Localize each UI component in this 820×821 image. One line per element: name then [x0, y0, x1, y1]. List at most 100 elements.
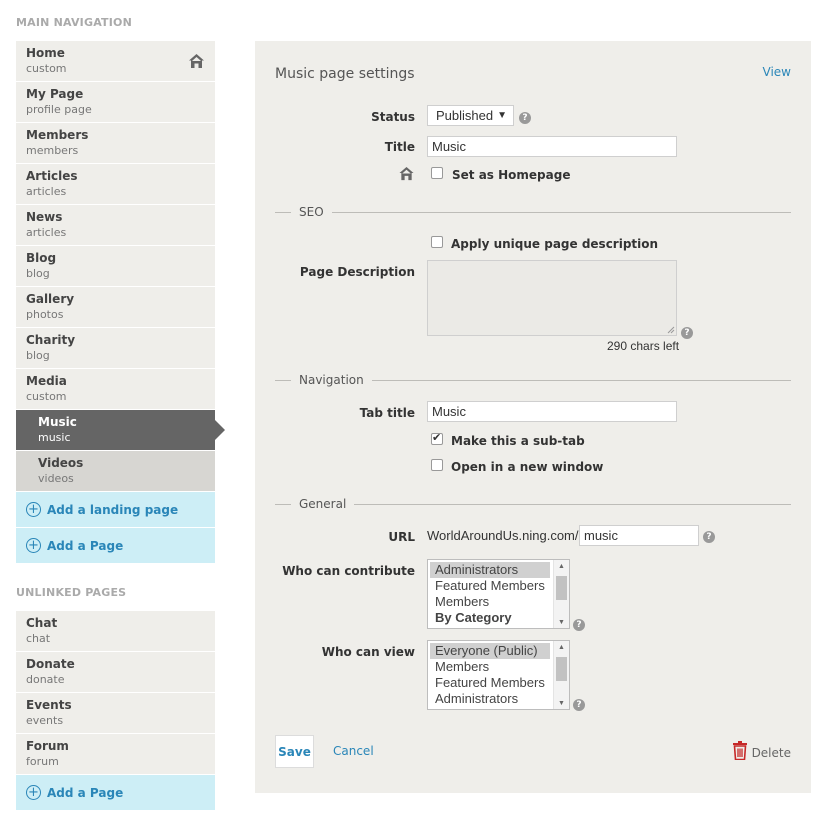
save-button[interactable]: Save — [275, 735, 314, 768]
scroll-up-icon[interactable]: ▲ — [554, 644, 569, 651]
title-input[interactable]: Music — [427, 136, 677, 157]
add-page-button[interactable]: + Add a Page — [16, 528, 215, 564]
nav-item-blog[interactable]: Blog blog — [16, 246, 215, 287]
nav-item-members[interactable]: Members members — [16, 123, 215, 164]
nav-item-name: Members — [26, 128, 89, 142]
plus-circle-icon: + — [26, 538, 41, 553]
scroll-up-icon[interactable]: ▲ — [554, 563, 569, 570]
listbox-option[interactable]: By Category — [430, 610, 550, 626]
nav-item-videos[interactable]: Videos videos — [16, 451, 215, 492]
nav-item-gallery[interactable]: Gallery photos — [16, 287, 215, 328]
url-label: URL — [388, 530, 415, 544]
listbox-option[interactable]: Members — [430, 594, 550, 610]
unlinked-pages-list: Chat chat Donate donate Events events Fo… — [16, 611, 215, 811]
listbox-option[interactable]: Administrators — [430, 562, 550, 578]
cancel-link[interactable]: Cancel — [333, 744, 374, 758]
nav-item-articles[interactable]: Articles articles — [16, 164, 215, 205]
unique-description-label: Apply unique page description — [451, 237, 659, 251]
add-page-label: Add a Page — [47, 785, 124, 800]
listbox-option[interactable]: Featured Members — [430, 578, 550, 594]
listbox-option[interactable]: Members — [430, 659, 550, 675]
plus-circle-icon: + — [26, 785, 41, 800]
help-icon[interactable]: ? — [573, 619, 585, 631]
title-label: Title — [384, 140, 415, 154]
help-icon[interactable]: ? — [681, 327, 693, 339]
status-select[interactable]: Published ▼ — [427, 105, 514, 126]
help-icon[interactable]: ? — [573, 699, 585, 711]
home-icon — [398, 166, 415, 186]
set-homepage-label: Set as Homepage — [452, 168, 571, 182]
scroll-down-icon[interactable]: ▼ — [554, 700, 569, 707]
url-prefix: WorldAroundUs.ning.com/ — [427, 528, 579, 543]
page-settings-panel: Music page settings View Status Publishe… — [255, 41, 811, 793]
help-icon[interactable]: ? — [519, 112, 531, 124]
trash-icon — [732, 741, 748, 765]
resize-handle-icon[interactable] — [667, 326, 675, 334]
who-can-contribute-listbox[interactable]: Administrators Featured Members Members … — [427, 559, 570, 629]
page-description-textarea[interactable] — [427, 260, 677, 336]
nav-item-slug: articles — [26, 185, 67, 198]
seo-heading: SEO — [291, 205, 332, 219]
nav-item-chat[interactable]: Chat chat — [16, 611, 215, 652]
url-input[interactable]: music — [579, 525, 699, 546]
new-window-label: Open in a new window — [451, 460, 604, 474]
set-homepage-checkbox[interactable] — [431, 167, 443, 179]
tab-title-label: Tab title — [359, 406, 415, 420]
nav-item-slug: blog — [26, 349, 50, 362]
who-can-view-label: Who can view — [321, 645, 415, 659]
nav-item-forum[interactable]: Forum forum — [16, 734, 215, 775]
nav-item-slug: custom — [26, 62, 67, 75]
nav-item-charity[interactable]: Charity blog — [16, 328, 215, 369]
add-page-label: Add a Page — [47, 538, 124, 553]
who-can-view-listbox[interactable]: Everyone (Public) Members Featured Membe… — [427, 640, 570, 710]
listbox-scrollbar[interactable]: ▲ ▼ — [553, 641, 569, 709]
tab-title-input[interactable]: Music — [427, 401, 677, 422]
nav-item-home[interactable]: Home custom — [16, 41, 215, 82]
nav-item-name: Events — [26, 698, 72, 712]
nav-item-slug: forum — [26, 755, 59, 768]
add-unlinked-page-button[interactable]: + Add a Page — [16, 775, 215, 811]
listbox-option[interactable]: Administrators — [430, 691, 550, 707]
nav-item-name: Gallery — [26, 292, 75, 306]
nav-item-music[interactable]: Music music — [16, 410, 225, 451]
plus-circle-icon: + — [26, 502, 41, 517]
sub-tab-checkbox[interactable] — [431, 431, 443, 445]
listbox-option[interactable]: Featured Members — [430, 675, 550, 691]
active-pointer — [215, 420, 225, 440]
sub-tab-label: Make this a sub-tab — [451, 434, 585, 448]
nav-item-slug: music — [38, 431, 71, 444]
unique-description-checkbox[interactable] — [431, 236, 443, 248]
delete-button[interactable]: Delete — [732, 741, 791, 765]
nav-item-news[interactable]: News articles — [16, 205, 215, 246]
nav-item-events[interactable]: Events events — [16, 693, 215, 734]
nav-item-my-page[interactable]: My Page profile page — [16, 82, 215, 123]
nav-item-slug: profile page — [26, 103, 92, 116]
add-landing-page-button[interactable]: + Add a landing page — [16, 492, 215, 528]
nav-item-name: Videos — [38, 456, 84, 470]
nav-item-donate[interactable]: Donate donate — [16, 652, 215, 693]
nav-item-slug: custom — [26, 390, 67, 403]
view-link[interactable]: View — [763, 65, 791, 79]
new-window-checkbox[interactable] — [431, 459, 443, 471]
nav-item-name: Home — [26, 46, 65, 60]
general-heading: General — [291, 497, 355, 511]
status-label: Status — [371, 110, 415, 124]
scroll-down-icon[interactable]: ▼ — [554, 619, 569, 626]
listbox-scrollbar[interactable]: ▲ ▼ — [553, 560, 569, 628]
status-value: Published — [436, 108, 494, 123]
nav-item-slug: articles — [26, 226, 67, 239]
nav-item-name: Chat — [26, 616, 58, 630]
page-description-label: Page Description — [299, 265, 415, 279]
help-icon[interactable]: ? — [703, 531, 715, 543]
listbox-option[interactable]: Everyone (Public) — [430, 643, 550, 659]
seo-section-divider: SEO — [275, 205, 791, 219]
nav-item-name: Blog — [26, 251, 57, 265]
navigation-section-divider: Navigation — [275, 373, 791, 387]
home-icon — [188, 53, 205, 74]
nav-item-media[interactable]: Media custom — [16, 369, 215, 410]
main-navigation-list: Home custom My Page profile page Members… — [16, 41, 225, 564]
nav-item-name: News — [26, 210, 63, 224]
general-section-divider: General — [275, 497, 791, 511]
main-navigation-heading: MAIN NAVIGATION — [16, 16, 133, 29]
nav-item-slug: members — [26, 144, 79, 157]
